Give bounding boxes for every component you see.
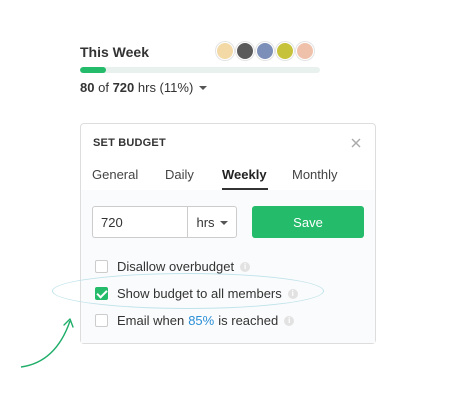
- week-title: This Week: [80, 44, 149, 60]
- avatar[interactable]: [296, 42, 314, 60]
- avatar[interactable]: [216, 42, 234, 60]
- tab-general[interactable]: General: [92, 167, 138, 182]
- budget-amount-input[interactable]: [92, 206, 187, 238]
- close-icon[interactable]: [351, 138, 361, 148]
- info-icon[interactable]: i: [284, 315, 295, 326]
- email-threshold-percent[interactable]: 85%: [188, 313, 214, 328]
- budget-progress-bar: [80, 67, 320, 73]
- budget-period-tabs: General Daily Weekly Monthly: [81, 165, 375, 191]
- info-icon[interactable]: i: [240, 261, 251, 272]
- annotation-highlight-ellipse: [52, 273, 324, 309]
- unit-select-label: hrs: [196, 214, 215, 230]
- option-label: Disallow overbudget: [117, 259, 235, 274]
- set-budget-panel: SET BUDGET General Daily Weekly Monthly …: [80, 123, 376, 344]
- hours-total: 720: [112, 80, 135, 95]
- option-email-threshold: Email when 85% is reached i: [95, 313, 295, 328]
- budget-form: hrs Save Disallow overbudget i Show budg…: [81, 190, 375, 343]
- option-label-before: Email when: [117, 313, 185, 328]
- tab-monthly[interactable]: Monthly: [292, 167, 338, 182]
- save-button[interactable]: Save: [252, 206, 364, 238]
- avatar[interactable]: [236, 42, 254, 60]
- hours-suffix: hrs (11%): [137, 80, 194, 95]
- panel-title: SET BUDGET: [93, 137, 166, 149]
- avatar[interactable]: [276, 42, 294, 60]
- hours-of-label: of: [98, 80, 109, 95]
- annotation-arrow-icon: [20, 318, 74, 368]
- avatar[interactable]: [256, 42, 274, 60]
- tab-daily[interactable]: Daily: [165, 167, 194, 182]
- chevron-down-icon: [219, 220, 228, 225]
- hours-used: 80: [80, 80, 95, 95]
- budget-progress-fill: [80, 67, 107, 73]
- email-threshold-checkbox[interactable]: [95, 314, 108, 327]
- option-label-after: is reached: [218, 313, 279, 328]
- disallow-overbudget-checkbox[interactable]: [95, 260, 108, 273]
- member-avatars: [216, 42, 314, 60]
- unit-select[interactable]: hrs: [187, 206, 237, 238]
- chevron-down-icon: [199, 86, 208, 90]
- option-disallow-overbudget: Disallow overbudget i: [95, 259, 251, 274]
- tab-weekly[interactable]: Weekly: [222, 167, 267, 182]
- hours-summary-dropdown[interactable]: 80 of 720 hrs (11%): [80, 80, 208, 95]
